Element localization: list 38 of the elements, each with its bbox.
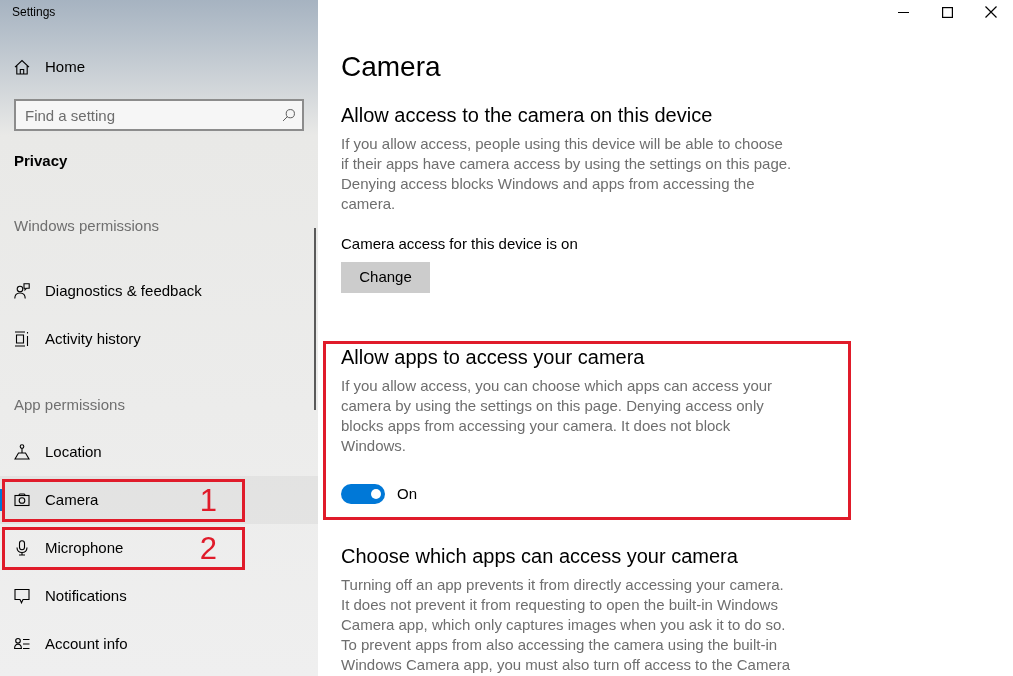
section-description: If you allow access, you can choose which apps can access your camera by using the settings on this page. Denying access only blocks apps from accessing your camera. It does not block Windows.: [341, 376, 774, 456]
section-description: If you allow access, people using this device will be able to choose if their apps have camera access by using the settings on this page. Denying access blocks Windows and apps from accessing the camera.: [341, 134, 793, 214]
sidebar-item[interactable]: Notifications: [0, 572, 318, 620]
location-icon: [14, 444, 30, 460]
person-list-icon: [14, 636, 30, 652]
search-field[interactable]: Find a setting: [14, 99, 304, 131]
status-text: Camera access for this device is on: [341, 234, 578, 254]
section-description: Turning off an app prevents it from directly accessing your camera. It does not prevent it from requesting to open the built-in Windows Camera app, which only captures images when you ask it to do so. To prevent apps from also accessing the camera using the built-in Windows Camera app, you must also turn off access to the Camera: [341, 575, 792, 675]
annotation-number: 2: [199, 532, 217, 565]
toggle-switch[interactable]: [341, 484, 385, 504]
selection-indicator: [0, 489, 4, 511]
sidebar-item[interactable]: Location: [0, 428, 318, 476]
sidebar-item[interactable]: Account info: [0, 620, 318, 668]
search-icon: [282, 108, 296, 122]
toggle-label: On: [397, 484, 417, 504]
camera-icon: [14, 492, 30, 508]
change-button[interactable]: Change: [341, 262, 430, 293]
speech-bubble-icon: [14, 588, 30, 604]
section-heading: Choose which apps can access your camera: [341, 544, 738, 569]
sidebar-item[interactable]: Activity history: [0, 315, 318, 363]
home-link[interactable]: Home: [0, 43, 318, 91]
person-speech-icon: [14, 283, 30, 299]
house-icon: [14, 59, 30, 75]
close-icon: [985, 6, 997, 18]
timeline-icon: [14, 331, 30, 347]
group-heading: App permissions: [14, 395, 125, 415]
scrollbar-thumb[interactable]: [314, 228, 316, 410]
maximize-icon: [941, 6, 953, 18]
annotation-number: 1: [199, 484, 217, 517]
section-heading: Allow apps to access your camera: [341, 345, 645, 370]
section-heading: Privacy: [14, 151, 68, 171]
microphone-icon: [14, 540, 30, 556]
sidebar-item[interactable]: Diagnostics & feedback: [0, 267, 318, 315]
group-heading: Windows permissions: [14, 216, 160, 236]
page-title: Camera: [341, 50, 441, 84]
section-heading: Allow access to the camera on this device: [341, 103, 713, 128]
window-title: Settings: [12, 4, 56, 20]
minimize-icon: [897, 11, 909, 13]
